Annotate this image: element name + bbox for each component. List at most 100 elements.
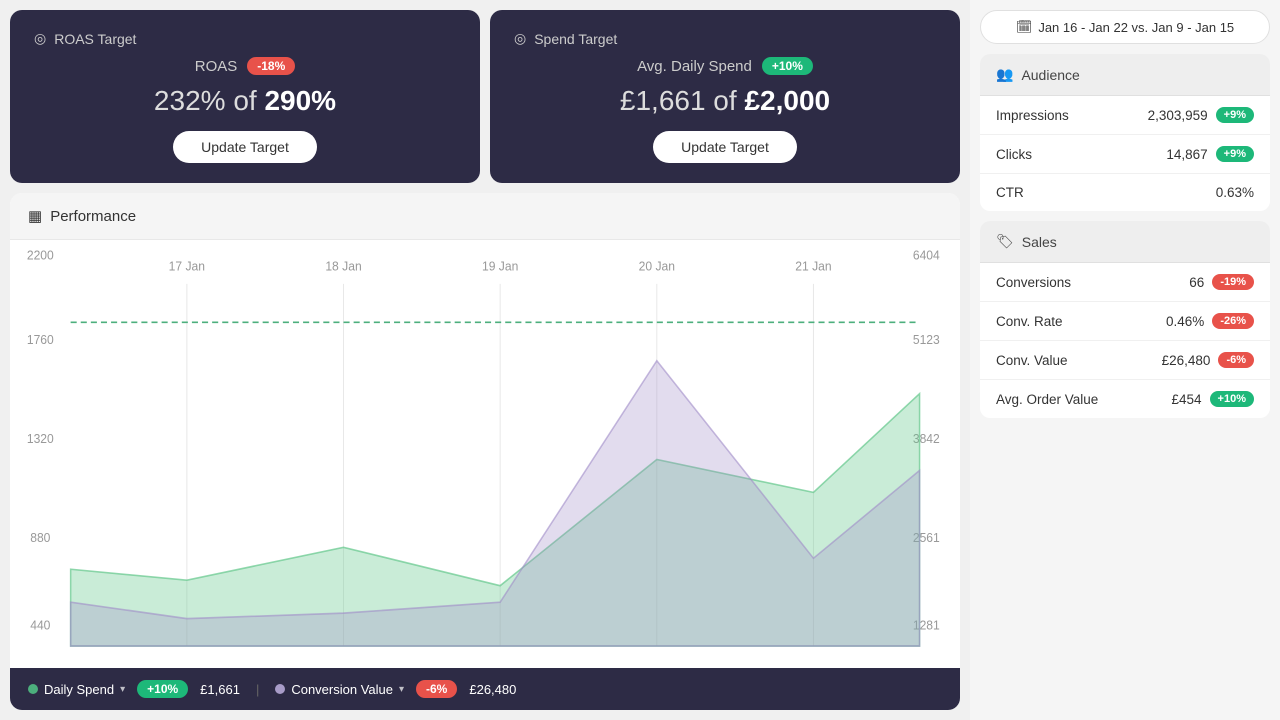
avg-order-row: Avg. Order Value £454 +10% — [980, 380, 1270, 418]
conversions-value: 66 — [1189, 275, 1204, 290]
performance-title: Performance — [50, 208, 136, 225]
sales-rows: Conversions 66 -19% Conv. Rate 0.46% -26… — [980, 263, 1270, 418]
roas-value: 232% of 290% — [154, 85, 336, 117]
chart-footer: Daily Spend ▾ +10% £1,661 | Conversion V… — [10, 668, 960, 710]
conv-rate-label: Conv. Rate — [996, 314, 1063, 329]
legend-daily-spend-label: Daily Spend — [44, 682, 114, 697]
svg-text:880: 880 — [30, 530, 50, 545]
clicks-row: Clicks 14,867 +9% — [980, 135, 1270, 174]
ctr-label: CTR — [996, 185, 1024, 200]
impressions-row: Impressions 2,303,959 +9% — [980, 96, 1270, 135]
legend-daily-spend[interactable]: Daily Spend ▾ — [28, 682, 125, 697]
avg-order-label: Avg. Order Value — [996, 392, 1098, 407]
svg-text:6404: 6404 — [913, 248, 940, 263]
spend-value: £1,661 of £2,000 — [620, 85, 830, 117]
top-cards: ◎ ROAS Target ROAS -18% 232% of 290% Upd… — [10, 10, 960, 183]
date-range-button[interactable]: 🗓 Jan 16 - Jan 22 vs. Jan 9 - Jan 15 — [980, 10, 1270, 44]
impressions-badge: +9% — [1216, 107, 1254, 123]
ctr-value: 0.63% — [1216, 185, 1254, 200]
roas-value-prefix: 232% of — [154, 85, 265, 116]
conv-value-row: Conv. Value £26,480 -6% — [980, 341, 1270, 380]
roas-metric-row: ROAS -18% — [195, 57, 296, 75]
conv-value-dot — [275, 684, 285, 694]
legend-conv-value-label: Conversion Value — [291, 682, 393, 697]
clicks-right: 14,867 +9% — [1166, 146, 1254, 162]
performance-panel: ▦ Performance 2200 1760 1320 880 440 640… — [10, 193, 960, 710]
spend-badge: +10% — [762, 57, 813, 75]
clicks-label: Clicks — [996, 147, 1032, 162]
right-panel: 🗓 Jan 16 - Jan 22 vs. Jan 9 - Jan 15 👥 A… — [970, 0, 1280, 720]
spend-value-bold: £2,000 — [744, 85, 830, 116]
ctr-row: CTR 0.63% — [980, 174, 1270, 211]
spend-value-prefix: £1,661 of — [620, 85, 745, 116]
conv-value-badge: -6% — [1218, 352, 1254, 368]
svg-text:18 Jan: 18 Jan — [325, 259, 361, 274]
clicks-badge: +9% — [1216, 146, 1254, 162]
performance-header: ▦ Performance — [10, 193, 960, 240]
clicks-value: 14,867 — [1166, 147, 1207, 162]
conversions-row: Conversions 66 -19% — [980, 263, 1270, 302]
daily-spend-badge: +10% — [137, 680, 188, 698]
spend-metric-label: Avg. Daily Spend — [637, 58, 752, 75]
roas-icon: ◎ — [34, 30, 46, 47]
spend-card: ◎ Spend Target Avg. Daily Spend +10% £1,… — [490, 10, 960, 183]
daily-spend-chevron: ▾ — [120, 684, 125, 695]
svg-text:20 Jan: 20 Jan — [639, 259, 675, 274]
chart-area: 2200 1760 1320 880 440 6404 5123 3842 25… — [10, 240, 960, 668]
spend-update-button[interactable]: Update Target — [653, 131, 797, 163]
avg-order-badge: +10% — [1210, 391, 1254, 407]
audience-section: 👥 Audience Impressions 2,303,959 +9% Cli… — [980, 54, 1270, 211]
roas-update-button[interactable]: Update Target — [173, 131, 317, 163]
left-panel: ◎ ROAS Target ROAS -18% 232% of 290% Upd… — [0, 0, 970, 720]
ctr-right: 0.63% — [1216, 185, 1254, 200]
svg-text:1320: 1320 — [27, 432, 54, 447]
spend-icon: ◎ — [514, 30, 526, 47]
roas-value-bold: 290% — [264, 85, 336, 116]
performance-icon: ▦ — [28, 207, 42, 225]
impressions-right: 2,303,959 +9% — [1148, 107, 1254, 123]
impressions-value: 2,303,959 — [1148, 108, 1208, 123]
svg-text:440: 440 — [30, 618, 50, 633]
svg-text:1760: 1760 — [27, 333, 54, 348]
chart-svg: 2200 1760 1320 880 440 6404 5123 3842 25… — [10, 240, 960, 668]
spend-title: Spend Target — [534, 31, 617, 47]
daily-spend-value: £1,661 — [200, 682, 240, 697]
sales-title: Sales — [1022, 234, 1057, 250]
svg-text:2200: 2200 — [27, 248, 54, 263]
svg-text:21 Jan: 21 Jan — [795, 259, 831, 274]
svg-text:19 Jan: 19 Jan — [482, 259, 518, 274]
audience-rows: Impressions 2,303,959 +9% Clicks 14,867 … — [980, 96, 1270, 211]
conv-value-badge: -6% — [416, 680, 457, 698]
footer-divider: | — [256, 682, 259, 697]
conv-value-amount: £26,480 — [469, 682, 516, 697]
conv-rate-right: 0.46% -26% — [1166, 313, 1254, 329]
conv-rate-badge: -26% — [1212, 313, 1254, 329]
conv-rate-row: Conv. Rate 0.46% -26% — [980, 302, 1270, 341]
audience-header: 👥 Audience — [980, 54, 1270, 96]
sales-header: 🏷 Sales — [980, 221, 1270, 263]
conv-value-chevron: ▾ — [399, 684, 404, 695]
audience-title: Audience — [1021, 67, 1079, 83]
conversions-label: Conversions — [996, 275, 1071, 290]
svg-text:5123: 5123 — [913, 333, 940, 348]
spend-card-header: ◎ Spend Target — [514, 30, 617, 47]
avg-order-right: £454 +10% — [1172, 391, 1255, 407]
calendar-icon: 🗓 — [1016, 19, 1033, 35]
spend-metric-row: Avg. Daily Spend +10% — [637, 57, 813, 75]
roas-title: ROAS Target — [54, 31, 136, 47]
roas-badge: -18% — [247, 57, 295, 75]
conv-value-right: £26,480 -6% — [1162, 352, 1254, 368]
sales-section: 🏷 Sales Conversions 66 -19% Conv. Rate 0… — [980, 221, 1270, 418]
legend-conv-value[interactable]: Conversion Value ▾ — [275, 682, 404, 697]
sales-icon: 🏷 — [996, 233, 1014, 250]
date-range-label: Jan 16 - Jan 22 vs. Jan 9 - Jan 15 — [1038, 20, 1234, 35]
audience-icon: 👥 — [996, 66, 1013, 83]
conversions-right: 66 -19% — [1189, 274, 1254, 290]
impressions-label: Impressions — [996, 108, 1069, 123]
conv-value-label: Conv. Value — [996, 353, 1068, 368]
conversions-badge: -19% — [1212, 274, 1254, 290]
roas-metric-label: ROAS — [195, 58, 238, 75]
avg-order-value: £454 — [1172, 392, 1202, 407]
conv-rate-value: 0.46% — [1166, 314, 1204, 329]
daily-spend-dot — [28, 684, 38, 694]
